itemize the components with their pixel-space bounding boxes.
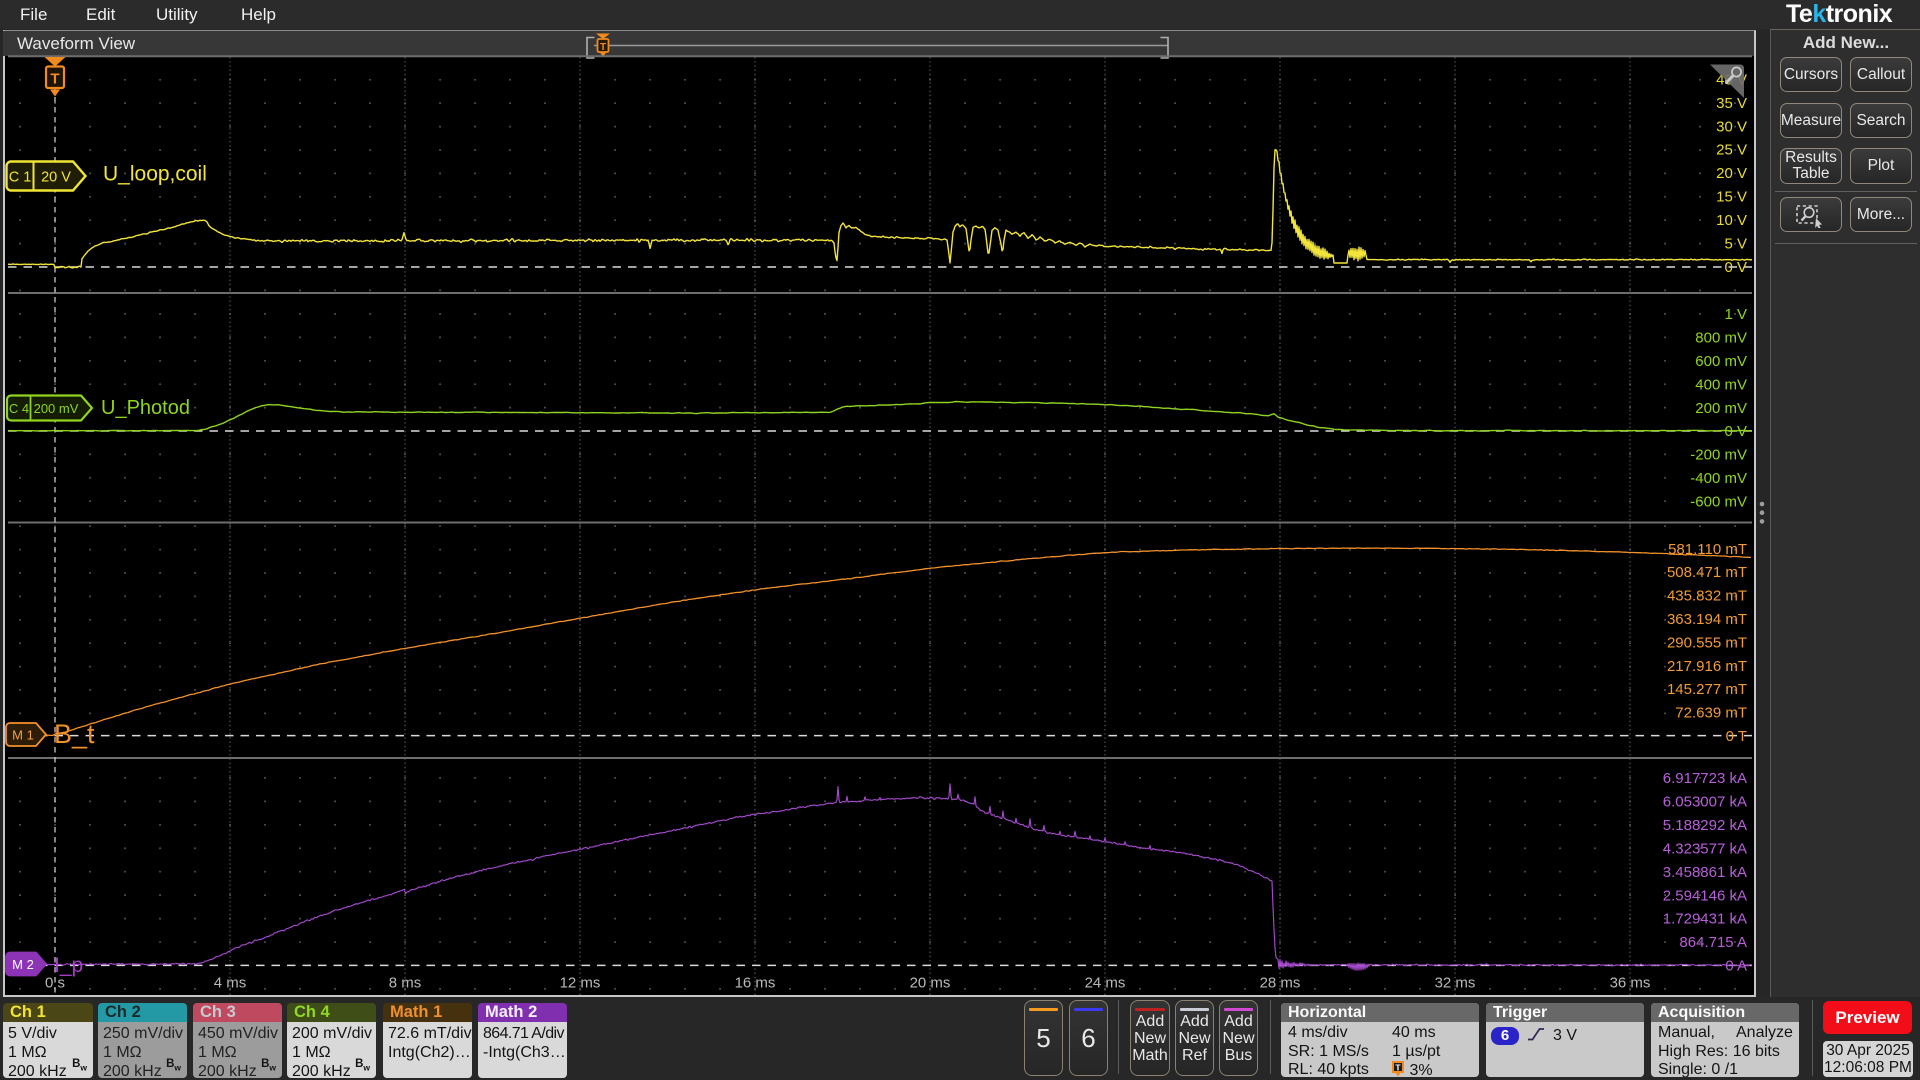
svg-text:T: T xyxy=(1395,1062,1401,1072)
